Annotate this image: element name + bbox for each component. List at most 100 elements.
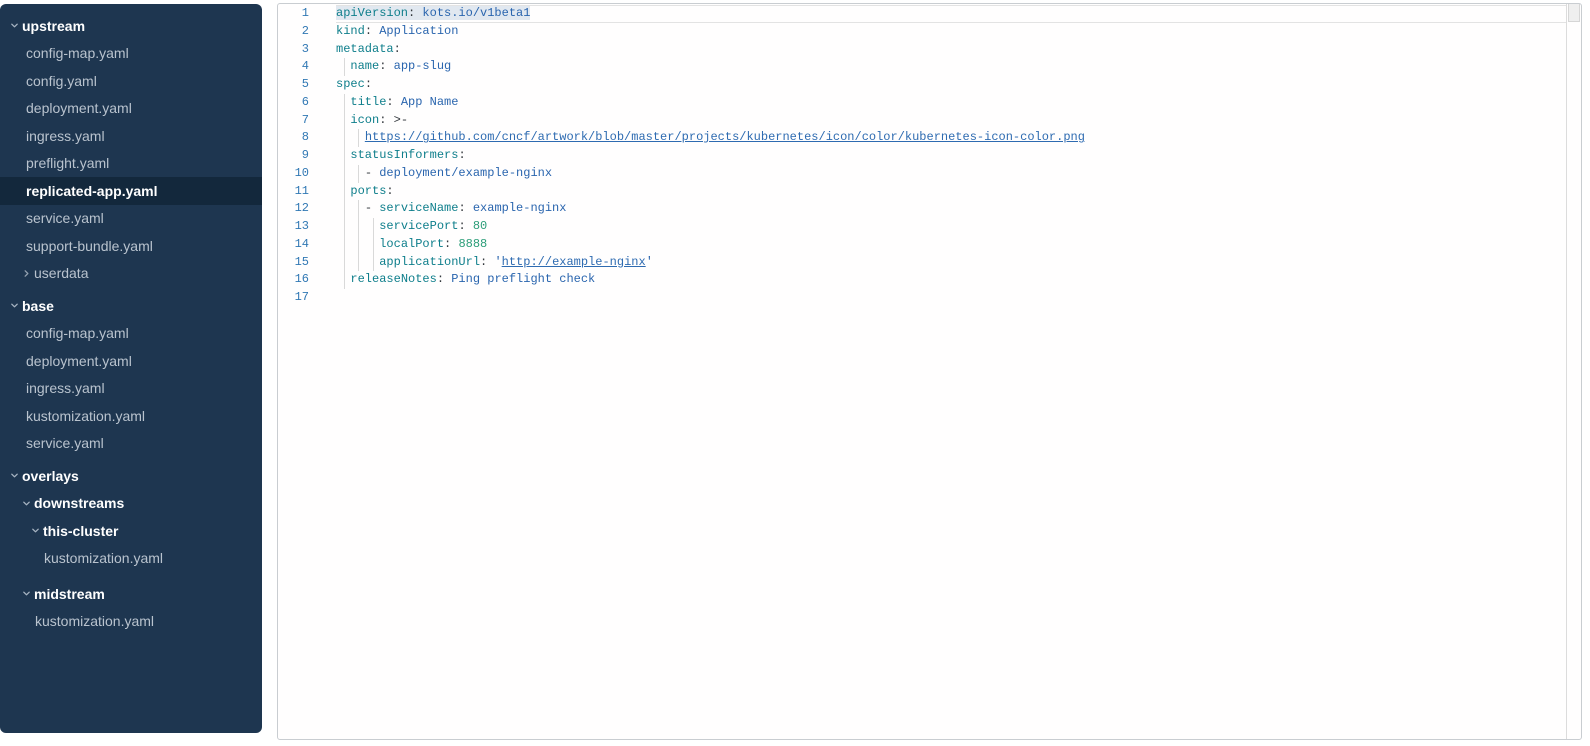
code-token-key: apiVersion — [336, 6, 408, 20]
code-token-punct: : — [480, 255, 494, 269]
chevron-down-icon[interactable] — [22, 589, 31, 598]
tree-file-replicated-app.yaml[interactable]: replicated-app.yaml — [0, 177, 262, 205]
line-number: 5 — [278, 76, 309, 94]
code-token-plain — [336, 201, 365, 215]
chevron-right-icon[interactable] — [22, 269, 31, 278]
code-link[interactable]: https://github.com/cncf/artwork/blob/mas… — [365, 130, 1085, 144]
code-token-key: ports — [350, 184, 386, 198]
code-token-key: metadata — [336, 42, 394, 56]
indent-guide-line — [344, 129, 345, 147]
code-token-punct: : — [386, 95, 400, 109]
line-content: title: App Name — [336, 94, 1566, 112]
code-line-9[interactable]: 9 statusInformers: — [278, 147, 1566, 165]
code-link[interactable]: http://example-nginx — [502, 255, 646, 269]
code-line-7[interactable]: 7 icon: >- — [278, 112, 1566, 130]
tree-item-label: preflight.yaml — [26, 155, 109, 171]
tree-folder-base[interactable]: base — [0, 292, 262, 320]
editor-scrollbar[interactable] — [1566, 4, 1581, 739]
indent-guide-line — [344, 165, 345, 183]
code-token-num: 8888 — [458, 237, 487, 251]
code-line-2[interactable]: 2 kind: Application — [278, 23, 1566, 41]
tree-folder-this-cluster[interactable]: this-cluster — [0, 517, 262, 545]
tree-file-config-map.yaml[interactable]: config-map.yaml — [0, 40, 262, 68]
line-content: releaseNotes: Ping preflight check — [336, 271, 1566, 289]
code-token-punct: - — [365, 201, 379, 215]
scrollbar-thumb[interactable] — [1568, 4, 1580, 22]
chevron-down-icon[interactable] — [10, 471, 19, 480]
chevron-down-icon[interactable] — [22, 499, 31, 508]
indent-guide-line — [358, 254, 359, 272]
tree-item-label: kustomization.yaml — [26, 408, 145, 424]
line-number: 13 — [278, 218, 309, 236]
code-line-11[interactable]: 11 ports: — [278, 183, 1566, 201]
tree-file-service.yaml[interactable]: service.yaml — [0, 205, 262, 233]
code-token-key: title — [350, 95, 386, 109]
tree-file-deployment.yaml[interactable]: deployment.yaml — [0, 95, 262, 123]
code-token-num: 80 — [473, 219, 487, 233]
tree-file-service.yaml[interactable]: service.yaml — [0, 430, 262, 458]
line-content: - deployment/example-nginx — [336, 165, 1566, 183]
line-number: 16 — [278, 271, 309, 289]
chevron-down-icon[interactable] — [10, 301, 19, 310]
line-number: 12 — [278, 200, 309, 218]
line-number: 3 — [278, 41, 309, 59]
tree-file-config-map.yaml[interactable]: config-map.yaml — [0, 320, 262, 348]
code-line-6[interactable]: 6 title: App Name — [278, 94, 1566, 112]
code-line-1[interactable]: 1apiVersion: kots.io/v1beta1 — [278, 5, 1566, 23]
tree-file-kustomization.yaml[interactable]: kustomization.yaml — [0, 402, 262, 430]
tree-folder-userdata[interactable]: userdata — [0, 260, 262, 288]
code-line-8[interactable]: 8 https://github.com/cncf/artwork/blob/m… — [278, 129, 1566, 147]
code-token-str: app-slug — [394, 59, 452, 73]
code-line-14[interactable]: 14 localPort: 8888 — [278, 236, 1566, 254]
code-line-12[interactable]: 12 - serviceName: example-nginx — [278, 200, 1566, 218]
code-line-10[interactable]: 10 - deployment/example-nginx — [278, 165, 1566, 183]
tree-folder-upstream[interactable]: upstream — [0, 12, 262, 40]
line-number: 4 — [278, 58, 309, 76]
code-token-key: releaseNotes — [350, 272, 436, 286]
indent-guide-line — [344, 94, 345, 112]
code-token-punct: : — [458, 219, 472, 233]
code-line-16[interactable]: 16 releaseNotes: Ping preflight check — [278, 271, 1566, 289]
tree-item-label: service.yaml — [26, 210, 104, 226]
line-content: ports: — [336, 183, 1566, 201]
code-line-5[interactable]: 5spec: — [278, 76, 1566, 94]
code-line-4[interactable]: 4 name: app-slug — [278, 58, 1566, 76]
tree-folder-midstream[interactable]: midstream — [0, 580, 262, 608]
tree-item-label: base — [22, 298, 54, 314]
code-line-3[interactable]: 3 metadata: — [278, 41, 1566, 59]
indent-guide-line — [358, 200, 359, 218]
code-line-17[interactable]: 17 — [278, 289, 1566, 307]
code-token-punct: : — [379, 59, 393, 73]
line-number: 9 — [278, 147, 309, 165]
tree-item-label: kustomization.yaml — [44, 550, 163, 566]
tree-file-kustomization.yaml[interactable]: kustomization.yaml — [0, 608, 262, 636]
line-content: metadata: — [336, 41, 1566, 59]
line-number: 2 — [278, 23, 309, 41]
code-token-plain — [336, 130, 365, 144]
code-token-key: applicationUrl — [379, 255, 480, 269]
line-content: icon: >- — [336, 112, 1566, 130]
line-content: applicationUrl: 'http://example-nginx' — [336, 254, 1566, 272]
indent-guide-line — [344, 271, 345, 289]
tree-folder-downstreams[interactable]: downstreams — [0, 490, 262, 518]
tree-file-preflight.yaml[interactable]: preflight.yaml — [0, 150, 262, 178]
tree-file-ingress.yaml[interactable]: ingress.yaml — [0, 122, 262, 150]
line-content: kind: Application — [336, 23, 1566, 41]
tree-folder-overlays[interactable]: overlays — [0, 462, 262, 490]
tree-file-config.yaml[interactable]: config.yaml — [0, 67, 262, 95]
line-content: servicePort: 80 — [336, 218, 1566, 236]
tree-file-support-bundle.yaml[interactable]: support-bundle.yaml — [0, 232, 262, 260]
code-line-13[interactable]: 13 servicePort: 80 — [278, 218, 1566, 236]
chevron-down-icon[interactable] — [10, 21, 19, 30]
code-token-str: ' — [646, 255, 653, 269]
tree-item-label: service.yaml — [26, 435, 104, 451]
chevron-down-icon[interactable] — [31, 526, 40, 535]
line-number: 14 — [278, 236, 309, 254]
tree-file-kustomization.yaml[interactable]: kustomization.yaml — [0, 545, 262, 573]
tree-file-deployment.yaml[interactable]: deployment.yaml — [0, 347, 262, 375]
line-number: 1 — [278, 5, 309, 23]
code-token-punct: : — [365, 24, 379, 38]
code-line-15[interactable]: 15 applicationUrl: 'http://example-nginx… — [278, 254, 1566, 272]
tree-file-ingress.yaml[interactable]: ingress.yaml — [0, 375, 262, 403]
tree-item-label: upstream — [22, 18, 85, 34]
